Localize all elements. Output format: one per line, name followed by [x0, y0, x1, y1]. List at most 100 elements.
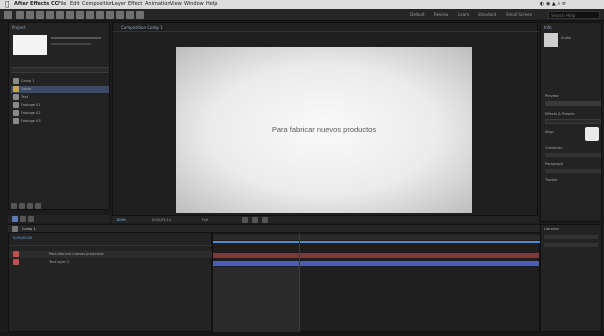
render-icon[interactable] — [12, 216, 18, 222]
system-status-icons: ◐ ◉ ▲ ⌕ ≡ — [540, 1, 566, 7]
layer-name: Para fabricar nuevos productos — [49, 252, 104, 256]
panel-section-tracker[interactable]: Tracker — [545, 177, 558, 183]
project-panel: Project Comp 1 Solids Text Footage 01 Fo… — [8, 22, 110, 210]
pen-tool-icon[interactable] — [86, 11, 94, 19]
table-row[interactable]: Text layer 2 — [9, 259, 213, 266]
menu-app-name[interactable]: After Effects CC — [14, 0, 58, 9]
composition-viewer[interactable]: Para fabricar nuevos productos — [176, 47, 472, 213]
menu-animation[interactable]: Animation — [145, 0, 171, 9]
info-panel-title[interactable]: Info — [544, 24, 552, 31]
zoom-level[interactable]: 100% — [116, 217, 126, 223]
libraries-title[interactable]: Libraries — [544, 226, 559, 232]
project-panel-footer — [11, 203, 109, 209]
project-item-label: Footage 02 — [21, 111, 41, 115]
project-search-bar[interactable] — [11, 67, 109, 73]
effects-search-input[interactable] — [545, 119, 601, 124]
work-area-bar[interactable] — [213, 241, 541, 243]
folder-icon — [13, 86, 19, 92]
composition-icon — [13, 78, 19, 84]
playhead-line[interactable] — [299, 233, 300, 333]
project-controls-row — [8, 215, 110, 223]
project-panel-title[interactable]: Project — [12, 24, 26, 31]
footage-icon — [13, 110, 19, 116]
menu-composition[interactable]: Composition — [82, 0, 113, 9]
libraries-panel: Libraries — [540, 224, 602, 332]
list-item[interactable]: Solids — [11, 86, 109, 93]
viewer-timecode[interactable]: 0;00;03;14 — [152, 217, 171, 223]
shape-tool-icon[interactable] — [76, 11, 84, 19]
status-bar — [0, 332, 604, 336]
eraser-tool-icon[interactable] — [126, 11, 134, 19]
pan-behind-tool-icon[interactable] — [66, 11, 74, 19]
new-folder-icon[interactable] — [19, 203, 25, 209]
project-thumbnail — [13, 35, 47, 55]
project-info-line — [51, 37, 101, 39]
list-item[interactable]: Footage 02 — [11, 110, 109, 117]
footage-icon — [13, 118, 19, 124]
camera-snapshot-icon[interactable] — [242, 217, 248, 223]
layer-color-label — [13, 251, 19, 257]
track-area — [213, 267, 299, 333]
list-item[interactable]: Footage 01 — [11, 102, 109, 109]
divider — [113, 31, 539, 32]
puppet-tool-icon[interactable] — [136, 11, 144, 19]
color-depth-icon[interactable] — [28, 216, 34, 222]
camera-tool-icon[interactable] — [56, 11, 64, 19]
list-item[interactable]: Footage 03 — [11, 118, 109, 125]
timeline-tabbar: Comp 1 — [8, 224, 540, 232]
workspace-learn[interactable]: Learn — [458, 10, 469, 20]
libraries-control[interactable] — [544, 235, 598, 239]
menu-layer[interactable]: Layer — [112, 0, 126, 9]
panel-section-preview[interactable]: Preview — [545, 93, 559, 99]
search-help-field[interactable]: Search Help — [548, 11, 600, 19]
timeline-timecode[interactable]: 0;00;00;00 — [13, 235, 32, 241]
trash-icon[interactable] — [35, 203, 41, 209]
paragraph-controls[interactable] — [545, 169, 601, 173]
menu-help[interactable]: Help — [206, 0, 217, 9]
layer-name: Text layer 2 — [49, 260, 70, 264]
grid-toggle-icon[interactable] — [252, 217, 258, 223]
list-item[interactable]: Comp 1 — [11, 78, 109, 85]
composition-tab[interactable]: Composition Comp 1 — [121, 24, 163, 31]
selection-tool-icon[interactable] — [16, 11, 24, 19]
info-color-swatch — [544, 33, 558, 47]
new-composition-icon[interactable] — [27, 203, 33, 209]
type-tool-icon[interactable] — [96, 11, 104, 19]
libraries-control[interactable] — [544, 243, 598, 247]
workspace-default[interactable]: Default — [410, 10, 425, 20]
clone-stamp-tool-icon[interactable] — [116, 11, 124, 19]
workspace-small-screen[interactable]: Small Screen — [506, 10, 532, 20]
list-item[interactable]: Text — [11, 94, 109, 101]
timeline-tracks[interactable] — [212, 232, 541, 333]
layer-bar[interactable] — [213, 261, 539, 266]
home-icon[interactable] — [4, 11, 12, 19]
panel-section-align[interactable]: Align — [545, 129, 554, 135]
transparency-grid-icon[interactable] — [262, 217, 268, 223]
preview-controls[interactable] — [545, 101, 601, 106]
menu-edit[interactable]: Edit — [70, 0, 80, 9]
panel-section-effects[interactable]: Effects & Presets — [545, 111, 575, 117]
panel-section-paragraph[interactable]: Paragraph — [545, 161, 563, 167]
layer-bar[interactable] — [213, 253, 539, 258]
hand-tool-icon[interactable] — [26, 11, 34, 19]
rotate-tool-icon[interactable] — [46, 11, 54, 19]
resolution-select[interactable]: Full — [202, 217, 208, 223]
tools-panel: Default Review Learn Standard Small Scre… — [0, 9, 604, 21]
menu-window[interactable]: Window — [184, 0, 204, 9]
panel-section-character[interactable]: Character — [545, 145, 562, 151]
interpret-footage-icon[interactable] — [11, 203, 17, 209]
menu-view[interactable]: View — [170, 0, 182, 9]
info-section[interactable]: Audio — [561, 35, 571, 41]
workspace-standard[interactable]: Standard — [478, 10, 496, 20]
font-size-field[interactable] — [545, 153, 601, 157]
menu-file[interactable]: File — [58, 0, 66, 9]
workspace-review[interactable]: Review — [434, 10, 448, 20]
table-row[interactable]: Para fabricar nuevos productos — [9, 251, 213, 258]
settings-icon[interactable] — [20, 216, 26, 222]
menu-effect[interactable]: Effect — [128, 0, 142, 9]
timeline-layers-panel: 0;00;00;00 Para fabricar nuevos producto… — [8, 232, 213, 332]
apple-icon[interactable]:  — [5, 0, 9, 9]
time-ruler[interactable] — [213, 235, 541, 240]
zoom-tool-icon[interactable] — [36, 11, 44, 19]
brush-tool-icon[interactable] — [106, 11, 114, 19]
